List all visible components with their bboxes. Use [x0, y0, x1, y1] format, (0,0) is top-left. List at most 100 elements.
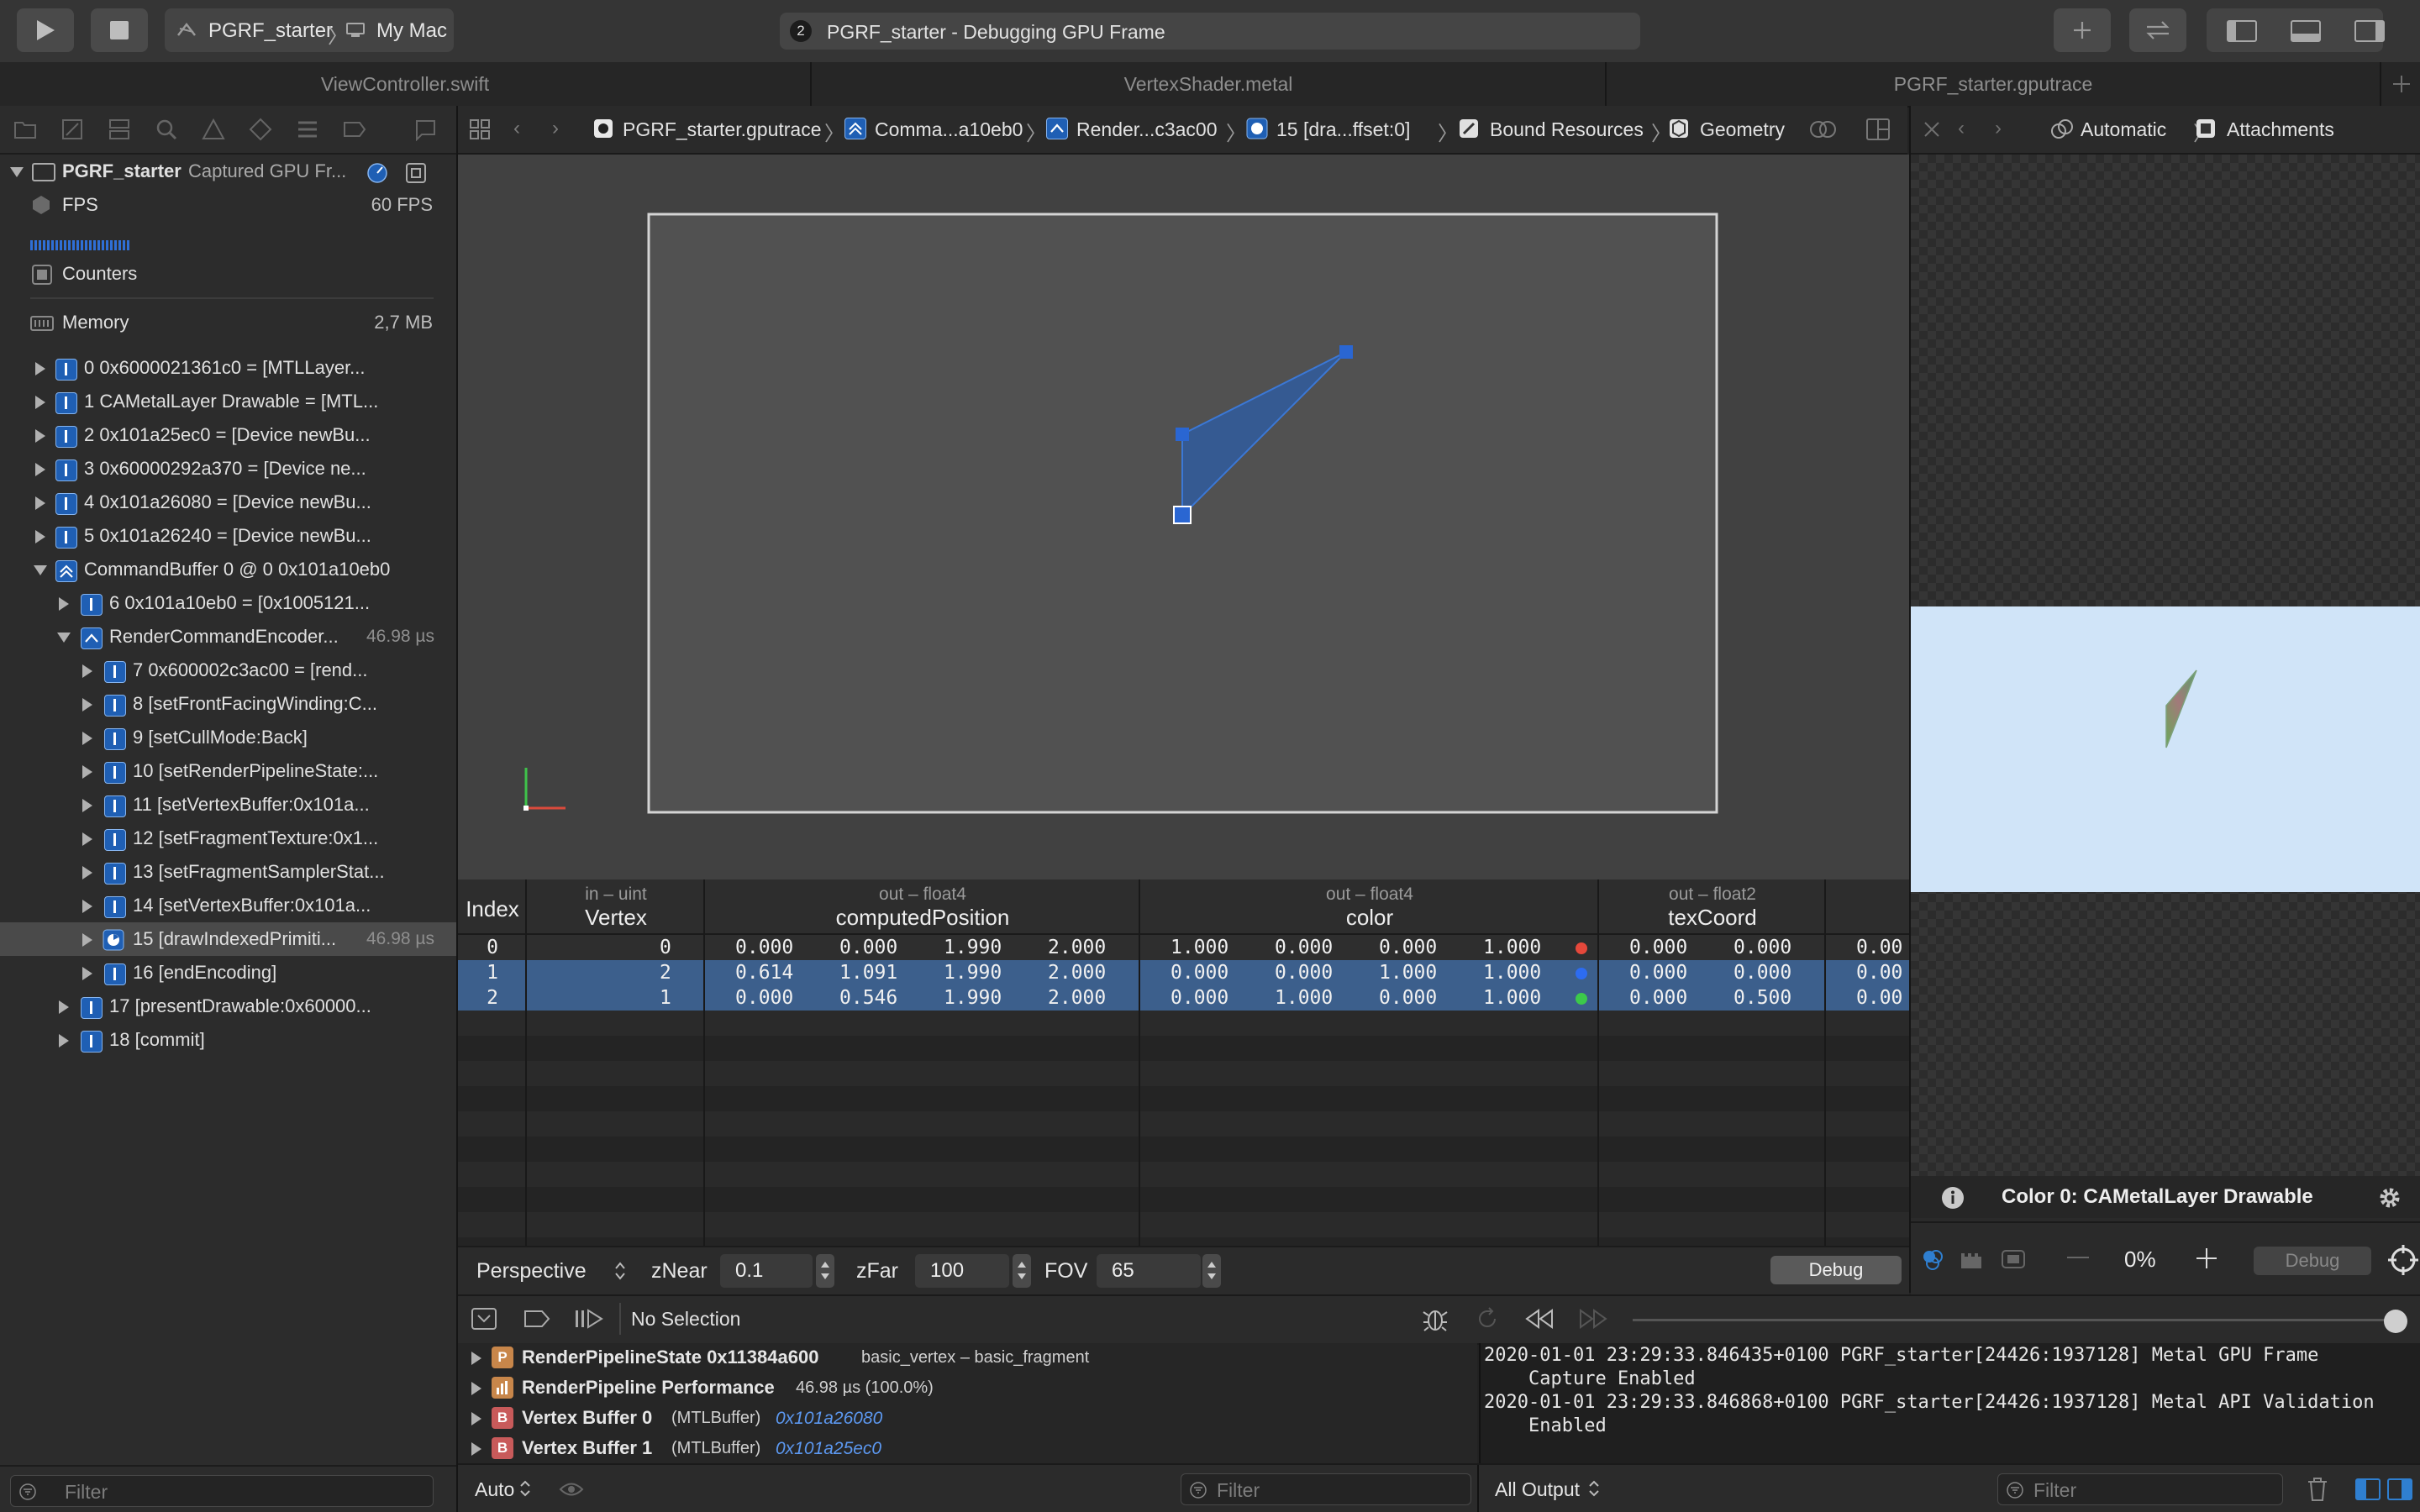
call-row[interactable]: 14 [setVertexBuffer:0x101a...: [0, 889, 456, 922]
header-vertex[interactable]: Vertex: [527, 905, 705, 931]
chevron-updown-icon[interactable]: [1589, 1479, 1599, 1498]
eye-icon[interactable]: [559, 1480, 584, 1499]
castle-icon[interactable]: [1960, 1248, 1983, 1270]
znear-field[interactable]: 0.1: [720, 1254, 813, 1288]
crumb-command-buffer[interactable]: Comma...a10eb0: [875, 118, 1023, 141]
toggle-navigator-button[interactable]: [2227, 20, 2257, 42]
back-arrow-icon[interactable]: ‹: [1958, 117, 1965, 140]
tab-gputrace[interactable]: PGRF_starter.gputrace: [1607, 62, 2381, 106]
zfar-field[interactable]: 100: [915, 1254, 1009, 1288]
disclosure-triangle[interactable]: [59, 1034, 69, 1047]
disclosure-triangle[interactable]: [35, 530, 45, 543]
crosshair-icon[interactable]: [2388, 1245, 2418, 1275]
breakpoint-icon[interactable]: [343, 118, 366, 141]
fov-stepper[interactable]: [1202, 1254, 1221, 1288]
disclosure-triangle[interactable]: [82, 967, 92, 980]
disclosure-triangle[interactable]: [82, 799, 92, 812]
gear-icon[interactable]: [2378, 1186, 2402, 1210]
variable-row[interactable]: B Vertex Buffer 0 (MTLBuffer) 0x101a2608…: [458, 1404, 1477, 1434]
rewind-icon[interactable]: [1525, 1309, 1555, 1329]
disclosure-triangle[interactable]: [34, 565, 47, 575]
header-index[interactable]: Index: [458, 896, 527, 922]
fast-forward-icon[interactable]: [1577, 1309, 1607, 1329]
fov-field[interactable]: 65: [1097, 1254, 1201, 1288]
warning-icon[interactable]: [202, 118, 225, 141]
crumb-automatic[interactable]: Automatic: [2081, 118, 2166, 141]
overlap-circles-icon[interactable]: [1809, 118, 1838, 140]
library-button[interactable]: [2054, 8, 2111, 52]
attachment-canvas[interactable]: [1911, 155, 2420, 1176]
vertex-handle[interactable]: [1339, 345, 1353, 359]
forward-arrow-icon[interactable]: ›: [1995, 117, 2002, 140]
chevron-updown-icon[interactable]: [614, 1261, 626, 1281]
auto-select[interactable]: Auto: [475, 1478, 514, 1501]
column-divider[interactable]: [1597, 879, 1599, 1246]
drawable-preview[interactable]: [1911, 606, 2420, 892]
disclosure-triangle[interactable]: [82, 900, 92, 913]
crumb-bound-resources[interactable]: Bound Resources: [1490, 118, 1644, 141]
continue-icon[interactable]: [574, 1309, 604, 1329]
folder-icon[interactable]: [13, 118, 37, 141]
column-divider[interactable]: [1139, 879, 1140, 1246]
toggle-inspector-button[interactable]: [2354, 20, 2385, 42]
variables-filter-input[interactable]: Filter: [1181, 1473, 1471, 1505]
zoom-out-icon[interactable]: [2067, 1255, 2089, 1260]
related-items-icon[interactable]: [470, 119, 490, 139]
tab-vertexshader[interactable]: VertexShader.metal: [812, 62, 1607, 106]
call-row[interactable]: 13 [setFragmentSamplerStat...: [0, 855, 456, 889]
znear-stepper[interactable]: [816, 1254, 834, 1288]
geometry-canvas[interactable]: [458, 155, 1909, 879]
vertex-handle[interactable]: [1176, 428, 1189, 441]
disclosure-triangle[interactable]: [82, 866, 92, 879]
disclosure-triangle[interactable]: [35, 362, 45, 375]
disclosure-triangle[interactable]: [35, 429, 45, 443]
column-divider[interactable]: [1824, 879, 1826, 1246]
timeline-scrubber-track[interactable]: [1633, 1319, 2397, 1321]
variable-row[interactable]: RenderPipeline Performance 46.98 µs (100…: [458, 1373, 1477, 1404]
variable-row[interactable]: P RenderPipelineState 0x11384a600 basic_…: [458, 1343, 1477, 1373]
call-row[interactable]: 6 0x101a10eb0 = [0x1005121...: [0, 586, 456, 620]
disclosure-triangle[interactable]: [82, 698, 92, 711]
fps-row[interactable]: FPS 60 FPS: [0, 188, 456, 222]
header-computed-position[interactable]: computedPosition: [705, 905, 1140, 931]
stop-button[interactable]: [91, 8, 148, 52]
chevron-updown-icon[interactable]: [520, 1479, 530, 1498]
call-row[interactable]: 11 [setVertexBuffer:0x101a...: [0, 788, 456, 822]
disclosure-triangle[interactable]: [471, 1352, 481, 1365]
draw-call-row-selected[interactable]: 15 [drawIndexedPrimiti... 46.98 µs: [0, 922, 456, 956]
disclosure-triangle[interactable]: [57, 633, 71, 643]
disclosure-triangle[interactable]: [82, 832, 92, 846]
back-arrow-icon[interactable]: ‹: [513, 117, 520, 140]
close-icon[interactable]: [1923, 120, 1941, 139]
call-row[interactable]: 3 0x60000292a370 = [Device ne...: [0, 452, 456, 486]
column-divider[interactable]: [525, 879, 527, 1246]
disclosure-triangle[interactable]: [82, 664, 92, 678]
disclosure-triangle[interactable]: [82, 732, 92, 745]
report-icon[interactable]: [413, 118, 437, 141]
show-variables-icon[interactable]: [2355, 1478, 2381, 1500]
disclosure-triangle[interactable]: [59, 597, 69, 611]
trash-icon[interactable]: [2307, 1477, 2328, 1502]
debug-navigator-icon[interactable]: [296, 118, 319, 141]
call-row[interactable]: 10 [setRenderPipelineState:...: [0, 754, 456, 788]
header-texcoord[interactable]: texCoord: [1599, 905, 1826, 931]
navigator-filter-input[interactable]: Filter: [10, 1475, 434, 1507]
call-row[interactable]: 7 0x600002c3ac00 = [rend...: [0, 654, 456, 687]
projection-select[interactable]: Perspective: [476, 1259, 587, 1284]
debug-pixel-button[interactable]: Debug: [2254, 1247, 2371, 1275]
call-row[interactable]: 17 [presentDrawable:0x60000...: [0, 990, 456, 1023]
disclosure-triangle[interactable]: [59, 1000, 69, 1014]
symbol-icon[interactable]: [108, 118, 131, 141]
memory-row[interactable]: Memory 2,7 MB: [0, 306, 456, 339]
call-row[interactable]: 5 0x101a26240 = [Device newBu...: [0, 519, 456, 553]
test-icon[interactable]: [249, 118, 272, 141]
channels-icon[interactable]: [1921, 1248, 1944, 1272]
tab-viewcontroller[interactable]: ViewController.swift: [0, 62, 812, 106]
run-button[interactable]: [17, 8, 74, 52]
timeline-scrubber-thumb[interactable]: [2384, 1310, 2407, 1333]
disclosure-triangle[interactable]: [82, 933, 92, 947]
header-color[interactable]: color: [1140, 905, 1599, 931]
geometry-viewer[interactable]: [458, 155, 1909, 879]
crumb-encoder[interactable]: Render...c3ac00: [1076, 118, 1218, 141]
buffer-link[interactable]: 0x101a25ec0: [776, 1439, 881, 1459]
